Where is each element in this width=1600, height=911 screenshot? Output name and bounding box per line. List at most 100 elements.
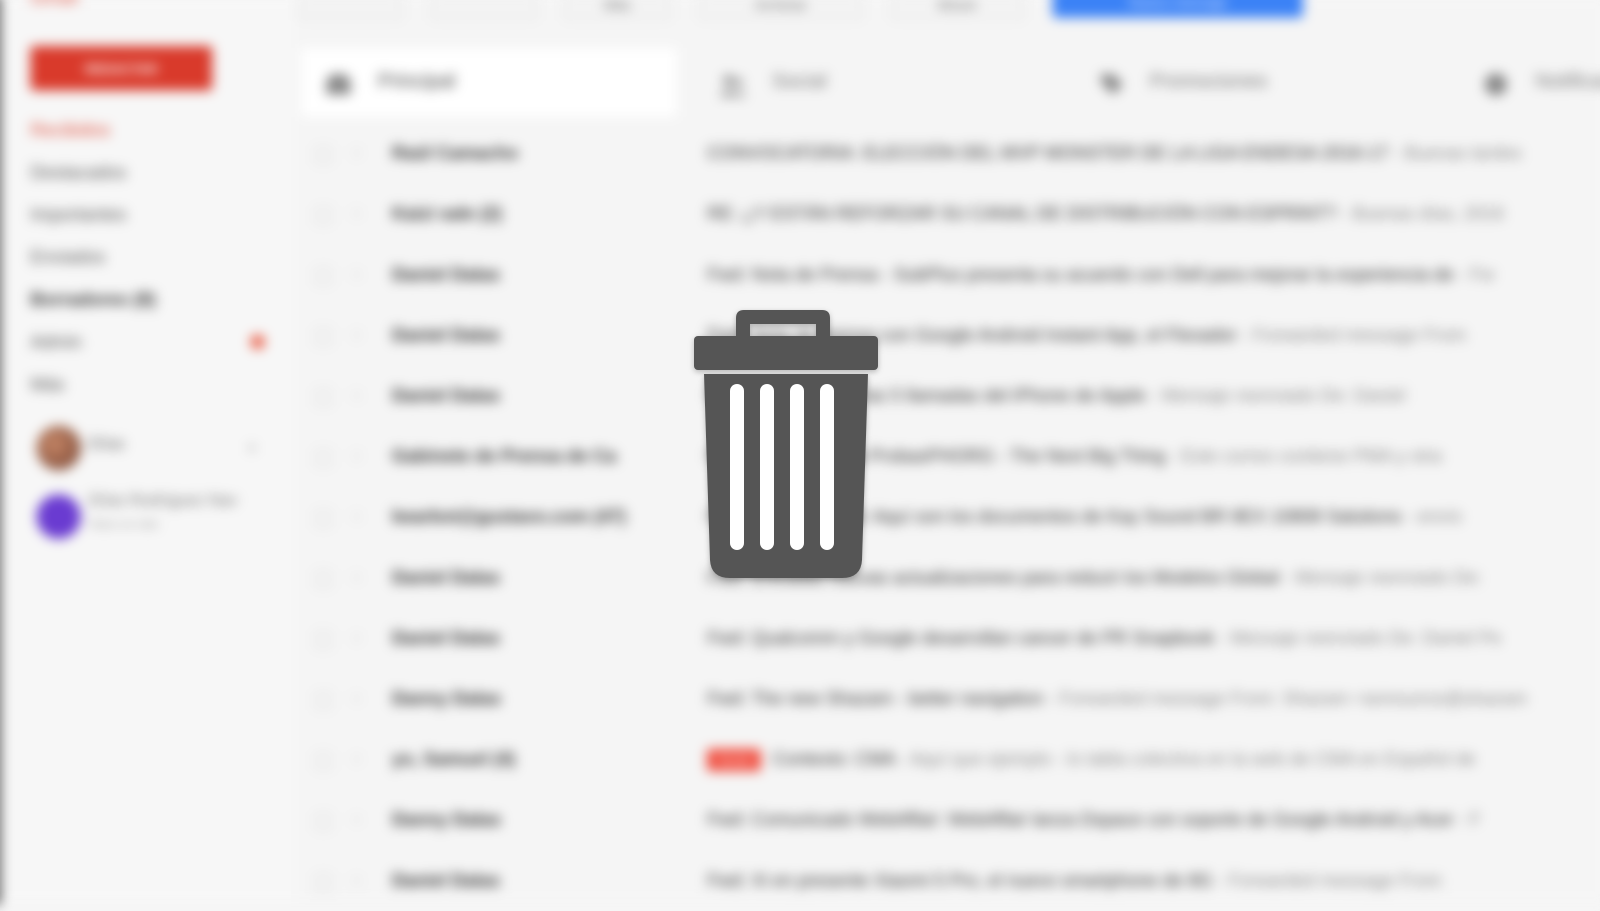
notification-dot [251,335,265,349]
people-icon [717,72,747,96]
email-subject-line: Fwd: Nota de Prensa - SubPlus presenta s… [707,264,1596,285]
email-subject-line: Fwd: Comunicado WebAffair: WebAffair lan… [707,810,1596,831]
email-sender: Gabinete de Prensa de Ca [392,446,616,467]
email-snippet: - Mensaje reenviado De: [1279,567,1482,587]
star-icon[interactable]: ☆ [350,446,364,466]
table-row[interactable]: ☆Kaizi sale (2)RE: ¿Y ESTÁN REFORZAR SU … [295,183,1600,244]
refresh-button[interactable] [430,0,537,20]
tab-social[interactable]: Social [695,48,1069,117]
email-snippet: - Forwarded message From [1212,870,1441,890]
main-area: Más Archivar Mover Nuevo mensaje Princip… [295,0,1600,905]
email-list: ☆Raúl CamachoCONVOCATORIA: ELECCIÓN DEL … [295,123,1600,911]
sidebar-item-more[interactable]: Más [30,363,283,405]
email-sender: Daniel Dalas [392,628,500,649]
tab-label: Promociones [1149,70,1267,93]
tab-label: Notificaciones [1535,70,1600,93]
email-snippet: - Este correo contiene PMA y otra [1165,446,1442,466]
star-icon[interactable]: ☆ [350,143,364,163]
select-checkbox[interactable] [315,208,331,224]
sidebar-item-important[interactable]: Importantes [30,193,283,235]
hangout-row[interactable]: Elías Rodríguez Nav Hace un rato [30,488,283,547]
compose-button[interactable]: REDACTAR [30,46,212,90]
table-row[interactable]: ☆Daniel DalasFwd: Xi en presente Xiaomi … [295,850,1600,911]
email-subject-line: CONVOCATORIA: ELECCIÓN DEL MVP MONSTER D… [707,143,1596,164]
toolbar: Más Archivar Mover Nuevo mensaje [295,0,1600,26]
email-subject-line: SocialContexto: CMA - Aquí que ejemplo -… [707,749,1596,771]
email-subject: Fwd: Qualcomm y Google desarrollan cance… [707,628,1214,648]
table-row[interactable]: ☆Daniel DalasFwd: Nota de prensa con Goo… [295,305,1600,366]
select-checkbox[interactable] [315,268,331,284]
email-subject: Fwd: Comunicado WebAffair: WebAffair lan… [707,810,1453,830]
email-subject-line: Fwd: The new Shazam - better navigation … [707,688,1596,709]
new-message-button[interactable]: Nuevo mensaje [1053,0,1303,18]
tab-promotions[interactable]: Promociones [1073,48,1447,117]
email-subject: Fwd: The new Shazam - better navigation [707,688,1043,708]
star-icon[interactable]: ☆ [350,325,364,345]
tab-label: Principal [378,70,455,93]
table-row[interactable]: ☆ Daniel Dalas Fwd: Nota de Prensa - SubPl… [295,244,1600,305]
tab-label: Social [772,70,827,93]
avatar [36,494,80,538]
add-contact-icon[interactable]: + [247,438,258,459]
sidebar-item-inbox[interactable]: Recibidos [30,109,283,151]
email-sender: Daniel Dalas [392,325,500,346]
sidebar-item-sent[interactable]: Enviados [30,236,283,278]
email-snippet: - Aquí que ejemplo - lo tabla colectiva … [895,749,1476,769]
table-row[interactable]: ☆Raúl CamachoCONVOCATORIA: ELECCIÓN DEL … [295,123,1600,184]
sidebar-item-starred[interactable]: Destacados [30,151,283,193]
move-button[interactable]: Mover [891,0,1024,20]
sidebar-item-admin[interactable]: Admin [30,321,283,363]
email-snippet: - F [1454,810,1481,830]
email-subject: CONVOCATORIA: ELECCIÓN DEL MVP MONSTER D… [707,143,1388,163]
email-snippet: - Mensaje reenviado De: Daniel Pe [1214,628,1501,648]
star-icon[interactable]: ☆ [350,870,364,890]
tab-primary[interactable]: Principal [301,48,677,117]
table-row[interactable]: ☆yo, Samuel (4)SocialContexto: CMA - Aqu… [295,729,1600,790]
email-snippet: - Fw [1454,264,1494,284]
select-checkbox[interactable] [315,571,331,587]
select-checkbox[interactable] [315,329,331,345]
table-row[interactable]: ☆Danny DalasFwd: The new Shazam - better… [295,668,1600,729]
sidebar-item-drafts[interactable]: Borradores (8) [30,278,283,320]
star-icon[interactable]: ☆ [350,749,364,769]
star-icon[interactable]: ☆ [350,507,364,527]
select-checkbox[interactable] [315,389,331,405]
select-checkbox[interactable] [315,632,331,648]
select-checkbox[interactable] [315,814,331,830]
select-checkbox[interactable] [315,450,331,466]
email-subject-line: RE: ¿Y ESTÁN REFORZAR SU CANAL DE DISTRI… [707,204,1596,225]
star-icon[interactable]: ☆ [350,688,364,708]
star-icon[interactable]: ☆ [350,204,364,224]
star-icon[interactable]: ☆ [350,567,364,587]
tag-icon [1095,72,1125,96]
tab-updates[interactable]: Notificaciones [1459,48,1600,117]
select-button[interactable] [299,0,402,20]
table-row[interactable]: ☆bearbot@gustavo.com (47)Fwd: Kay Socied… [295,486,1600,547]
archive-button[interactable]: Archivar [699,0,863,20]
star-icon[interactable]: ☆ [350,628,364,648]
email-sender: Daniel Dalas [392,264,500,285]
table-row[interactable]: ☆Daniel DalasFwd: Entradas nuevas actual… [295,547,1600,608]
star-icon[interactable]: ☆ [350,385,364,405]
hangout-status: Hace un rato [89,517,271,531]
select-checkbox[interactable] [315,874,331,890]
table-row[interactable]: ☆Danny DalasFwd: Comunicado WebAffair: W… [295,789,1600,850]
star-icon[interactable]: ☆ [350,264,364,284]
hangout-name: Elías Rodríguez Nav [89,492,271,510]
inbox-icon [323,72,353,96]
star-icon[interactable]: ☆ [350,810,364,830]
hangout-name: Elías [89,436,125,454]
select-checkbox[interactable] [315,692,331,708]
table-row[interactable]: ☆Gabinete de Prensa de CaFwd: Dafit pres… [295,426,1600,487]
select-checkbox[interactable] [315,511,331,527]
email-sender: bearbot@gustavo.com (47) [392,507,626,528]
table-row[interactable]: ☆ Daniel Dalas Fwd: Qualcomm y Google desa… [295,608,1600,669]
more-button[interactable]: Más [564,0,671,20]
email-snippet: - Buenas tardes [1388,143,1521,163]
table-row[interactable]: ☆Daniel DalasFwd: Novedades y las 5 llam… [295,365,1600,426]
select-checkbox[interactable] [315,753,331,769]
avatar [36,426,80,470]
hangout-row[interactable]: Elías + [30,420,283,479]
label-badge[interactable]: Social [707,749,760,771]
select-checkbox[interactable] [315,147,331,163]
